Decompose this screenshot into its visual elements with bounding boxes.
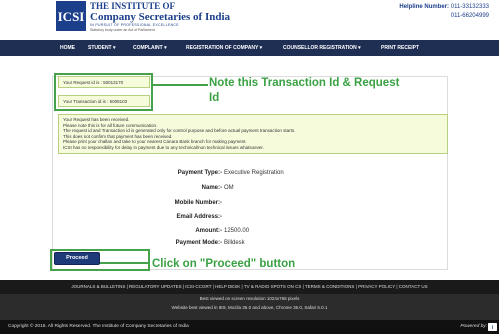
notice-line: ICSI has no responsibility for delay in … (63, 144, 264, 150)
org-name-block: THE INSTITUTE OF Company Secretaries of … (90, 2, 270, 33)
org-main-name: Company Secretaries of India (90, 11, 231, 23)
org-the: THE INSTITUTE OF (90, 1, 176, 11)
annotation-click-proceed: Click on "Proceed" button (152, 258, 296, 270)
helpline-number-2: 011-66204999 (450, 13, 489, 19)
payment-type-label: Payment Type:- (177, 170, 222, 176)
name-label: Name:- (201, 185, 222, 191)
best-viewed-browsers: Website best viewed in IE9, Mozila 36.0 … (171, 305, 328, 310)
annotation-note-ids: Note this Transaction Id & Request Id (209, 77, 400, 104)
site-header: ICSI THE INSTITUTE OF Company Secretarie… (0, 0, 499, 40)
field-name: Name:- OM (100, 183, 380, 193)
email-label: Email Address:- (176, 214, 222, 220)
nav-print-receipt[interactable]: PRINT RECEIPT (381, 40, 419, 56)
request-id-label: Your Request id is : (63, 80, 102, 85)
helpline-label: Helpline Number: (399, 4, 450, 10)
transaction-id-label: Your Transaction id is : (63, 99, 109, 104)
nav-registration-of-company[interactable]: REGISTRATION OF COMPANY ▾ (186, 40, 262, 56)
powered-by-label: Powered by: (460, 324, 487, 329)
transaction-id-line: Your Transaction id is : 5008103 (58, 95, 150, 107)
nav-counsellor-registration[interactable]: COUNSELLOR REGISTRATION ▾ (283, 40, 361, 56)
payment-mode-value: Billdesk (224, 240, 245, 246)
request-id-line: Your Request id is : 50013170 (58, 76, 150, 88)
mobile-label: Mobile Number:- (174, 200, 222, 206)
annotation-arrow-proceed (100, 262, 150, 264)
nav-home[interactable]: HOME (60, 40, 75, 56)
amount-value: 12500.00 (224, 228, 250, 234)
field-email: Email Address:- (100, 212, 380, 222)
best-viewed-resolution: Best viewed on screen resolution 1024x76… (199, 296, 300, 301)
helpline-number-1: 011-33132333 (450, 4, 489, 10)
nav-student[interactable]: STUDENT ▾ (88, 40, 116, 56)
transaction-id-value: 5008103 (109, 99, 128, 104)
proceed-button[interactable]: Proceed (54, 252, 100, 265)
footer-info: Best viewed on screen resolution 1024x76… (0, 294, 499, 320)
payment-type-value: Executive Registration (224, 170, 284, 176)
field-payment-type: Payment Type:- Executive Registration (100, 168, 380, 178)
footer-links[interactable]: JOURNALS & BULLETINS | REGULATORY UPDATE… (0, 280, 499, 294)
copyright-text: Copyright © 2016. All Rights Reserved. T… (8, 324, 189, 329)
notice-box: Your Request has been received. Please n… (58, 114, 448, 154)
field-payment-mode: Payment Mode:- Billdesk (100, 238, 380, 248)
powered-by-logo[interactable]: i (488, 323, 497, 331)
main-nav: HOME STUDENT ▾ COMPLAINT ▾ REGISTRATION … (0, 40, 499, 56)
icsi-logo[interactable]: ICSI (56, 1, 86, 31)
svg-text:ICSI: ICSI (58, 9, 85, 24)
payment-mode-label: Payment Mode:- (175, 240, 222, 246)
name-value: OM (224, 185, 234, 191)
nav-complaint[interactable]: COMPLAINT ▾ (133, 40, 167, 56)
helpline: Helpline Number: 011-33132333 011-662049… (399, 3, 489, 21)
field-amount: Amount:- 12500.00 (100, 226, 380, 236)
amount-label: Amount:- (195, 228, 222, 234)
footer-copyright-bar: Copyright © 2016. All Rights Reserved. T… (0, 320, 499, 334)
org-statutory: Statutory body under an Act of Parliamen… (90, 28, 155, 32)
annotation-arrow-ids (153, 84, 208, 86)
field-mobile: Mobile Number:- (100, 198, 380, 208)
request-id-value: 50013170 (103, 80, 124, 85)
